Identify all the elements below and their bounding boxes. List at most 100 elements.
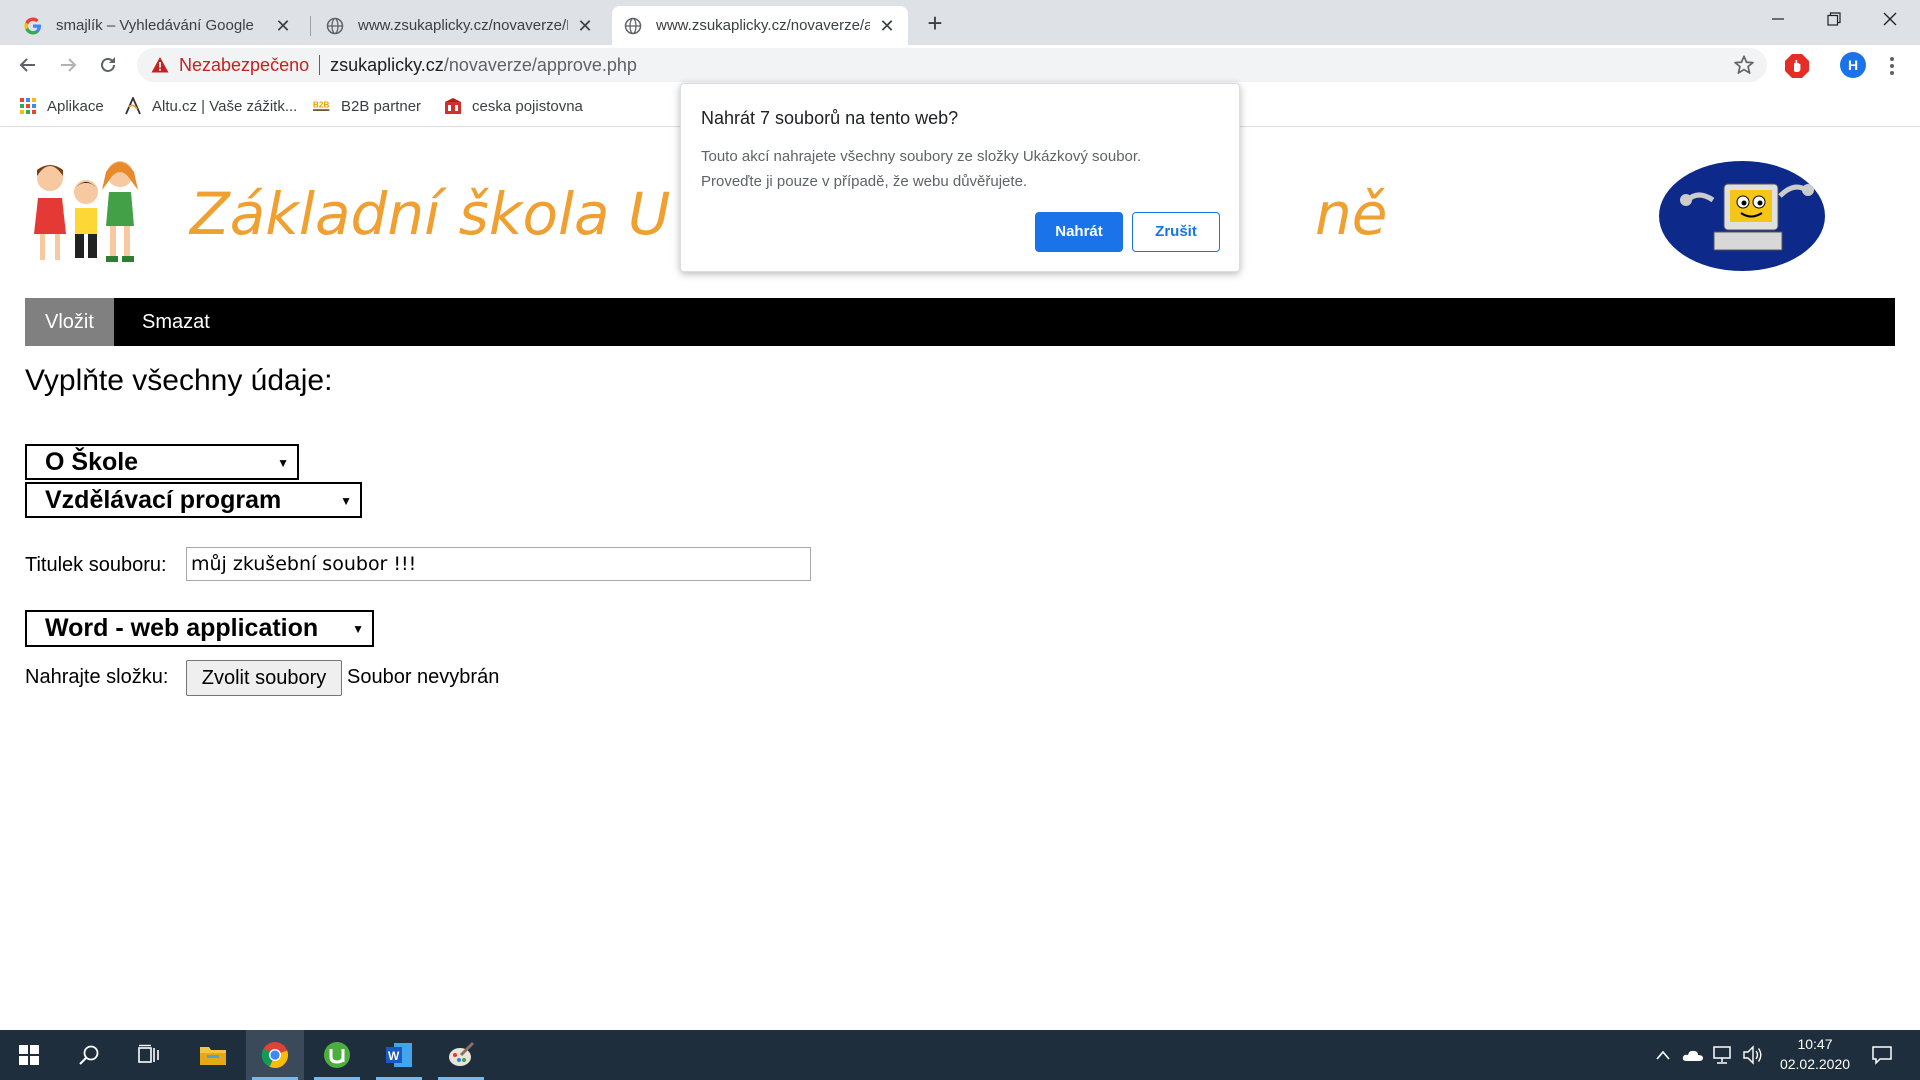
globe-icon bbox=[326, 17, 344, 34]
tab-title: smajlík – Vyhledávání Google bbox=[56, 17, 254, 34]
taskbar-word[interactable]: W bbox=[370, 1030, 428, 1080]
paint-icon bbox=[449, 1041, 475, 1066]
arrow-left-icon bbox=[19, 58, 35, 72]
task-view-button[interactable] bbox=[120, 1030, 178, 1080]
dialog-title: Nahrát 7 souborů na tento web? bbox=[701, 108, 959, 128]
chevron-up-icon bbox=[1656, 1050, 1670, 1060]
taskbar-search-button[interactable] bbox=[60, 1030, 118, 1080]
taskbar-paint[interactable] bbox=[432, 1030, 490, 1080]
bookmark-b2b[interactable]: B2B B2B partner bbox=[313, 94, 421, 118]
close-window-button[interactable] bbox=[1860, 0, 1920, 38]
google-icon bbox=[24, 17, 41, 34]
file-status: Soubor nevybrán bbox=[347, 666, 500, 688]
bookmark-label: Aplikace bbox=[47, 97, 104, 115]
restore-button[interactable] bbox=[1804, 0, 1864, 38]
url-separator bbox=[319, 55, 321, 75]
file-explorer-icon bbox=[200, 1047, 226, 1065]
tray-onedrive[interactable] bbox=[1680, 1030, 1706, 1080]
close-icon[interactable]: ✕ bbox=[576, 17, 594, 35]
dropdown-arrow-icon: ▼ bbox=[340, 494, 352, 508]
task-view-icon bbox=[138, 1044, 159, 1063]
chrome-icon bbox=[261, 1042, 289, 1069]
tab-rupload[interactable]: www.zsukaplicky.cz/novaverze/RUpl ✕ bbox=[314, 6, 606, 45]
bookmark-apps[interactable]: Aplikace bbox=[19, 94, 104, 118]
bookmark-pojistovna[interactable]: ceska pojistovna bbox=[444, 94, 583, 118]
windows-taskbar: W 10:47 02.02.2020 bbox=[0, 1030, 1920, 1080]
profile-avatar[interactable]: H bbox=[1840, 52, 1866, 78]
subsection-select-value: Vzdělávací program bbox=[45, 485, 282, 514]
tray-overflow-button[interactable] bbox=[1652, 1030, 1674, 1080]
back-button[interactable] bbox=[12, 49, 44, 81]
pojistovna-icon bbox=[445, 98, 461, 114]
dropdown-arrow-icon: ▼ bbox=[352, 622, 364, 636]
new-tab-button[interactable]: + bbox=[920, 8, 950, 38]
dropdown-arrow-icon: ▼ bbox=[277, 456, 289, 470]
tray-volume[interactable] bbox=[1740, 1030, 1766, 1080]
file-type-select-value: Word - web application bbox=[45, 614, 319, 642]
action-center-button[interactable] bbox=[1862, 1030, 1902, 1080]
notification-icon bbox=[1872, 1046, 1892, 1065]
file-title-input[interactable]: můj zkušební soubor !!! bbox=[186, 547, 811, 581]
tab-approve-active[interactable]: www.zsukaplicky.cz/novaverze/approve ✕ bbox=[612, 6, 908, 45]
browser-toolbar: Nezabezpečeno zsukaplicky.cz/novaverze/a… bbox=[0, 45, 1920, 85]
clock-time: 10:47 bbox=[1797, 1036, 1833, 1052]
altu-icon bbox=[125, 97, 141, 115]
upload-confirm-button[interactable]: Nahrát bbox=[1035, 212, 1123, 252]
utorrent-icon bbox=[324, 1042, 350, 1068]
section-select[interactable]: O Škole ▼ bbox=[25, 444, 299, 480]
close-icon[interactable]: ✕ bbox=[878, 17, 896, 35]
taskbar-chrome[interactable] bbox=[246, 1030, 304, 1080]
apps-grid-icon bbox=[20, 98, 36, 114]
browser-tab-strip: smajlík – Vyhledávání Google ✕ www.zsuka… bbox=[0, 0, 1920, 45]
choose-files-button[interactable]: Zvolit soubory bbox=[186, 660, 342, 696]
security-label: Nezabezpečeno bbox=[179, 54, 310, 75]
page-navbar: Vložit Smazat bbox=[25, 298, 1895, 346]
section-select-value: O Škole bbox=[45, 447, 139, 476]
bookmark-label: ceska pojistovna bbox=[472, 97, 583, 115]
close-icon[interactable]: ✕ bbox=[274, 17, 292, 35]
bookmark-label: B2B partner bbox=[341, 97, 422, 115]
arrow-right-icon bbox=[61, 58, 77, 72]
kids-logo-icon bbox=[34, 161, 138, 262]
subsection-select[interactable]: Vzdělávací program ▼ bbox=[25, 482, 362, 518]
tab-separator bbox=[310, 16, 311, 36]
file-type-select[interactable]: Word - web application ▼ bbox=[25, 610, 374, 647]
dialog-body-line-2: Proveďte ji pouze v případě, že webu dův… bbox=[701, 173, 1028, 190]
b2b-icon: B2B bbox=[313, 101, 329, 111]
bookmark-label: Altu.cz | Vaše zážitk... bbox=[152, 97, 298, 115]
adblock-extension-icon[interactable] bbox=[1784, 53, 1810, 79]
tab-google-search[interactable]: smajlík – Vyhledávání Google ✕ bbox=[12, 6, 304, 45]
globe-icon bbox=[624, 17, 642, 34]
reload-button[interactable] bbox=[92, 49, 124, 81]
upload-permission-dialog: Nahrát 7 souborů na tento web? Touto akc… bbox=[680, 83, 1240, 272]
taskbar-clock[interactable]: 10:47 02.02.2020 bbox=[1770, 1034, 1860, 1076]
upload-label: Nahrajte složku: bbox=[25, 666, 169, 688]
start-button[interactable] bbox=[0, 1030, 58, 1080]
minimize-button[interactable] bbox=[1748, 0, 1808, 38]
restore-icon bbox=[1827, 12, 1841, 26]
start-icon bbox=[19, 1045, 39, 1065]
reload-icon bbox=[101, 57, 115, 72]
forward-button[interactable] bbox=[52, 49, 84, 81]
url-host: zsukaplicky.cz bbox=[330, 54, 444, 75]
nav-item-smazat[interactable]: Smazat bbox=[122, 298, 230, 346]
upload-cancel-button[interactable]: Zrušit bbox=[1132, 212, 1220, 252]
taskbar-utorrent[interactable] bbox=[308, 1030, 366, 1080]
volume-icon bbox=[1743, 1045, 1762, 1065]
dialog-body-line-1: Touto akcí nahrajete všechny soubory ze … bbox=[701, 148, 1142, 165]
tab-title: www.zsukaplicky.cz/novaverze/RUpl bbox=[358, 17, 568, 34]
page-heading: Vyplňte všechny údaje: bbox=[25, 364, 333, 397]
bookmark-altu[interactable]: Altu.cz | Vaše zážitk... bbox=[124, 94, 297, 118]
dialog-body: Touto akcí nahrajete všechny soubory ze … bbox=[701, 144, 1221, 194]
more-menu-icon[interactable] bbox=[1882, 53, 1902, 79]
computer-mascot-logo-icon bbox=[1659, 161, 1825, 271]
network-icon bbox=[1713, 1046, 1731, 1064]
bookmark-star-icon[interactable] bbox=[1733, 54, 1755, 76]
word-icon: W bbox=[386, 1043, 412, 1067]
svg-text:W: W bbox=[388, 1049, 400, 1063]
tray-network[interactable] bbox=[1710, 1030, 1736, 1080]
address-bar[interactable]: Nezabezpečeno zsukaplicky.cz/novaverze/a… bbox=[137, 48, 1767, 82]
minimize-icon bbox=[1772, 18, 1784, 20]
nav-item-vlozit[interactable]: Vložit bbox=[25, 298, 114, 346]
taskbar-file-explorer[interactable] bbox=[184, 1030, 242, 1080]
